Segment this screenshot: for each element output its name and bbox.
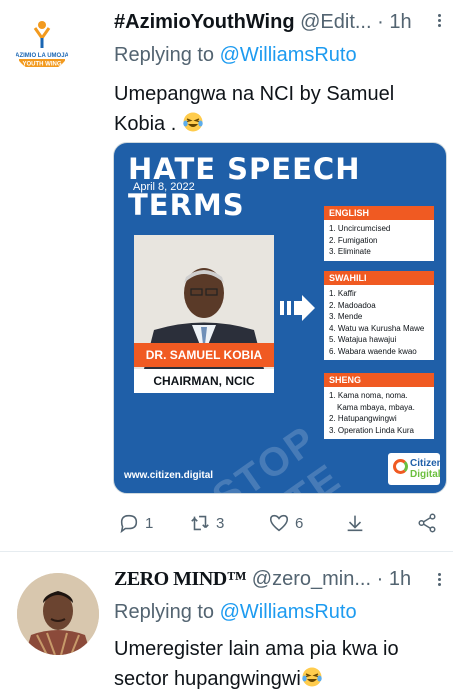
retweet-count: 3 bbox=[216, 514, 225, 532]
avatar[interactable]: AZIMIO LA UMOJA YOUTH WING bbox=[13, 14, 71, 72]
logo-line: Citizen bbox=[410, 458, 443, 469]
azimio-logo-icon: AZIMIO LA UMOJA YOUTH WING bbox=[13, 14, 71, 72]
retweet-button[interactable]: 3 bbox=[189, 510, 224, 536]
section-swahili: SWAHILI 1. Kaffir 2. Madoadoa 3. Mende 4… bbox=[324, 271, 434, 360]
separator: · bbox=[377, 11, 384, 33]
tweet-image[interactable]: HATE SPEECH TERMS April 8, 2022 STOP HAT… bbox=[113, 142, 447, 494]
term-item: Kama mbaya, mbaya. bbox=[337, 402, 415, 412]
tweet-text: Umepangwa na NCI by Samuel Kobia . bbox=[114, 79, 444, 139]
reply-prefix: Replying to bbox=[114, 44, 215, 66]
term-item: 3. Operation Linda Kura bbox=[329, 425, 414, 435]
logo-text-2: YOUTH WING bbox=[23, 62, 62, 68]
download-button[interactable] bbox=[344, 510, 366, 536]
term-item: 1. Kaffir bbox=[329, 289, 357, 298]
term-item: 1. Kama noma, noma. bbox=[329, 391, 408, 400]
citizen-logo-icon bbox=[393, 459, 408, 474]
handle[interactable]: @Edit... bbox=[300, 11, 371, 33]
tweet-header: #AzimioYouthWing @Edit... · 1h bbox=[114, 8, 412, 36]
term-item: 4. Watu wa Kurusha Mawe bbox=[329, 323, 425, 333]
arrow-right-icon bbox=[280, 295, 315, 321]
share-button[interactable] bbox=[416, 510, 438, 536]
tweet-divider bbox=[0, 551, 453, 552]
section-sheng: SHENG 1. Kama noma, noma. Kama mbaya, mb… bbox=[324, 373, 434, 439]
download-arrow-icon bbox=[347, 515, 363, 532]
person-title: CHAIRMAN, NCIC bbox=[134, 369, 274, 393]
display-name[interactable]: ZERO MIND™ bbox=[114, 568, 247, 590]
term-item: 5. Watajua hawajui bbox=[329, 335, 397, 344]
term-item: 3. Mende bbox=[329, 312, 363, 321]
section-english: ENGLISH 1. Uncircumcised 2. Fumigation 3… bbox=[324, 206, 434, 261]
citizen-digital-logo: Citizen Digital bbox=[388, 453, 443, 485]
section-heading: SHENG bbox=[324, 373, 434, 387]
avatar[interactable] bbox=[17, 573, 99, 655]
display-name[interactable]: #AzimioYouthWing bbox=[114, 11, 295, 33]
tweet[interactable]: AZIMIO LA UMOJA YOUTH WING #AzimioYouthW… bbox=[0, 0, 453, 552]
like-count: 6 bbox=[295, 514, 304, 532]
section-body: 1. Uncircumcised 2. Fumigation 3. Elimin… bbox=[324, 220, 434, 261]
logo-text-1: AZIMIO LA UMOJA bbox=[15, 53, 69, 59]
like-button[interactable]: 6 bbox=[268, 510, 303, 536]
person-name: DR. SAMUEL KOBIA bbox=[134, 343, 274, 367]
user-photo-icon bbox=[17, 573, 99, 655]
laughing-tears-emoji-icon bbox=[183, 112, 203, 132]
media-date: April 8, 2022 bbox=[133, 181, 195, 193]
separator: · bbox=[376, 568, 384, 590]
laughing-tears-emoji-icon bbox=[302, 667, 322, 687]
timestamp[interactable]: 1h bbox=[389, 568, 411, 590]
more-options-icon[interactable] bbox=[430, 571, 448, 591]
timestamp[interactable]: 1h bbox=[389, 11, 411, 33]
more-options-icon[interactable] bbox=[430, 12, 448, 32]
section-body: 1. Kaffir 2. Madoadoa 3. Mende 4. Watu w… bbox=[324, 285, 434, 360]
section-body: 1. Kama noma, noma. Kama mbaya, mbaya. 2… bbox=[324, 387, 434, 439]
retweet-icon bbox=[191, 515, 209, 531]
share-icon bbox=[418, 513, 436, 533]
media-url: www.citizen.digital bbox=[124, 470, 214, 481]
tweet-text-content: Umeregister lain ama pia kwa io sector h… bbox=[114, 638, 399, 690]
section-heading: ENGLISH bbox=[324, 206, 434, 220]
handle[interactable]: @zero_min... bbox=[252, 568, 371, 590]
term-item: 6. Wabara waende kwao bbox=[329, 346, 417, 356]
term-item: 3. Eliminate bbox=[329, 247, 371, 256]
reply-count: 1 bbox=[145, 514, 154, 532]
reply-button[interactable]: 1 bbox=[118, 510, 153, 536]
term-item: 2. Hatupangwingwi bbox=[329, 414, 397, 423]
mention-link[interactable]: @WilliamsRuto bbox=[220, 601, 357, 623]
action-bar: 1 3 6 bbox=[114, 510, 444, 536]
tweet-text-content: Umepangwa na NCI by Samuel Kobia . bbox=[114, 83, 395, 135]
tweet-text: Umeregister lain ama pia kwa io sector h… bbox=[114, 634, 444, 691]
heart-icon bbox=[269, 514, 289, 532]
term-item: 2. Madoadoa bbox=[329, 300, 376, 310]
reply-icon bbox=[120, 514, 138, 534]
term-item: 1. Uncircumcised bbox=[329, 224, 391, 233]
replying-to: Replying to @WilliamsRuto bbox=[114, 41, 357, 69]
term-item: 2. Fumigation bbox=[329, 235, 378, 245]
tweet-header: ZERO MIND™ @zero_min... · 1h bbox=[114, 565, 411, 593]
section-heading: SWAHILI bbox=[324, 271, 434, 285]
logo-line: Digital bbox=[410, 469, 441, 480]
mention-link[interactable]: @WilliamsRuto bbox=[220, 44, 357, 66]
replying-to: Replying to @WilliamsRuto bbox=[114, 598, 357, 626]
reply-prefix: Replying to bbox=[114, 601, 215, 623]
